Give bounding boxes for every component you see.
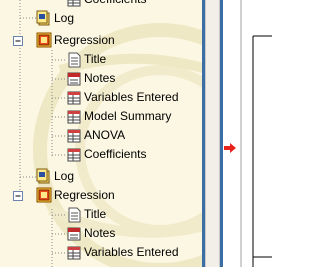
tree-item-title[interactable]: Title (0, 205, 202, 224)
tree-item-label: Log (54, 11, 75, 25)
tree-item-label: Variables Entered (84, 245, 179, 259)
table-icon (67, 129, 81, 143)
tree-item-variables-entered[interactable]: Variables Entered (0, 243, 202, 262)
output-table-border (240, 0, 272, 267)
title-page-icon (68, 52, 81, 68)
tree-item-coefficients[interactable]: Coefficients (0, 145, 202, 164)
tree-item-label: Regression (54, 188, 115, 202)
red-arrow-icon (224, 143, 236, 153)
table-icon (67, 110, 81, 124)
tree-item-coefficients[interactable]: Coefficients (0, 0, 202, 9)
tree-item-label: Coefficients (84, 147, 147, 161)
table-icon (67, 91, 81, 105)
pane-splitter[interactable] (205, 0, 220, 267)
tree-item-label: Notes (84, 71, 116, 85)
tree-item-regression[interactable]: Regression (0, 186, 202, 205)
table-icon (67, 0, 81, 7)
tree-item-log[interactable]: Log (0, 9, 202, 28)
tree-item-label: Regression (54, 33, 115, 47)
tree-item-notes[interactable]: Notes (0, 69, 202, 88)
table-icon (67, 148, 81, 162)
tree-item-title[interactable]: Title (0, 50, 202, 69)
tree-item-notes[interactable]: Notes (0, 224, 202, 243)
tree-item-label: Log (54, 169, 75, 183)
output-content-pane[interactable] (223, 0, 272, 267)
title-page-icon (68, 207, 81, 223)
tree-item-log[interactable]: Log (0, 167, 202, 186)
table-icon (67, 246, 81, 260)
tree-item-label: Model Summary (84, 109, 172, 123)
outline-tree-pane[interactable]: Coefficients Log Regression Title (0, 0, 202, 267)
log-icon (36, 168, 50, 184)
tree-item-label: Coefficients (84, 0, 146, 9)
collapse-box-icon[interactable] (13, 36, 23, 46)
tree-item-variables-entered[interactable]: Variables Entered (0, 88, 202, 107)
notes-icon (67, 72, 81, 86)
procedure-book-icon (36, 32, 52, 48)
tree-item-label: Title (84, 207, 107, 221)
tree-item-model-summary[interactable]: Model Summary (0, 107, 202, 126)
collapse-box-icon[interactable] (13, 191, 23, 201)
tree-item-label: Variables Entered (84, 90, 179, 104)
log-icon (36, 10, 50, 26)
tree-item-label: Title (84, 52, 107, 66)
tree-item-label: ANOVA (84, 128, 126, 142)
tree-item-anova[interactable]: ANOVA (0, 126, 202, 145)
tree-item-regression[interactable]: Regression (0, 31, 202, 50)
notes-icon (67, 227, 81, 241)
procedure-book-icon (36, 187, 52, 203)
tree-item-label: Notes (84, 226, 116, 240)
